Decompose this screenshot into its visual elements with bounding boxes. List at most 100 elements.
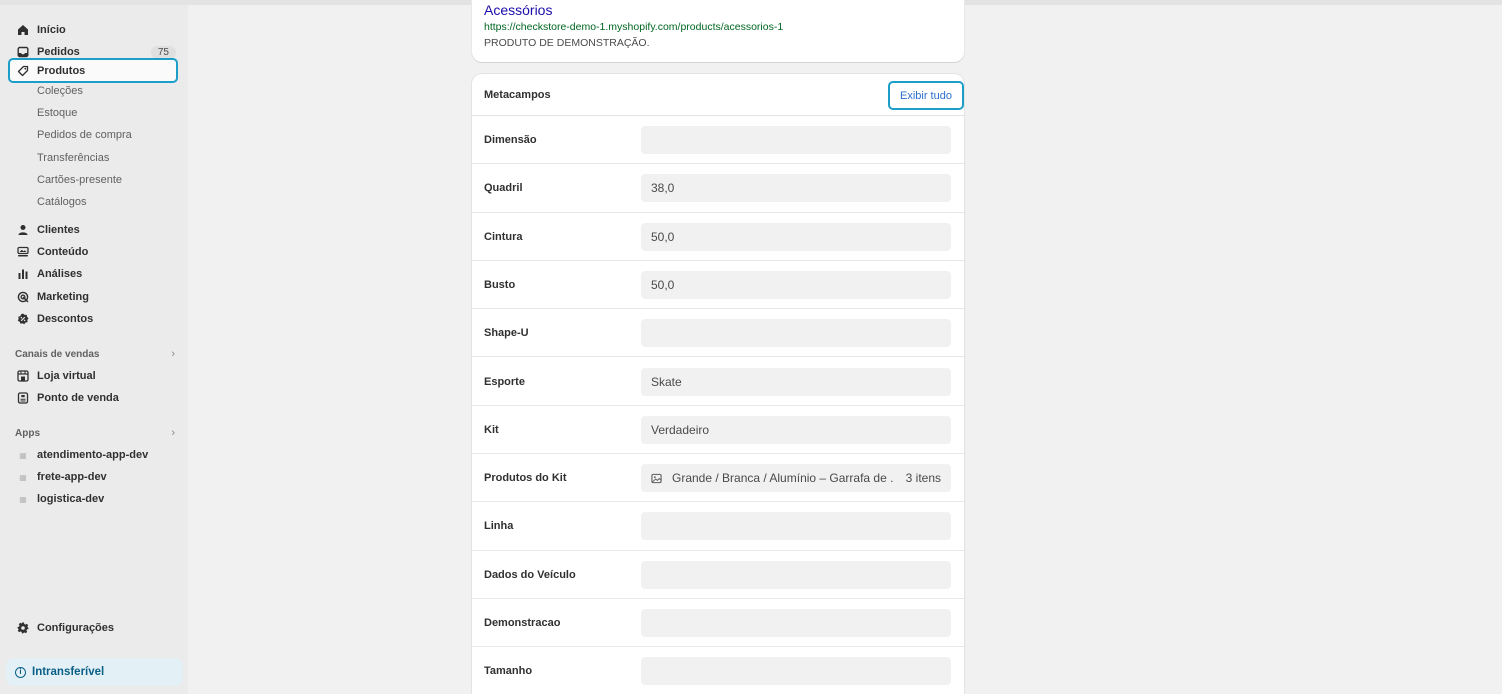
sidebar-subitem-cartoes-presente[interactable]: Cartões-presente bbox=[37, 174, 122, 186]
sidebar-item-descontos[interactable]: Descontos bbox=[8, 308, 178, 330]
nontransferable-notice[interactable]: i Intransferível bbox=[6, 658, 183, 686]
metafield-row-busto: Busto 50,0 bbox=[472, 261, 964, 310]
metafield-input-busto[interactable]: 50,0 bbox=[641, 270, 951, 299]
sidebar-item-label: Análises bbox=[37, 268, 83, 280]
chevron-right-icon: › bbox=[171, 427, 175, 439]
sidebar-item-ponto-de-venda[interactable]: Ponto de venda bbox=[8, 387, 178, 409]
sidebar-item-label: Clientes bbox=[37, 224, 80, 236]
sidebar-app-logistica[interactable]: ▦ logistica-dev bbox=[8, 488, 178, 510]
metafield-input-tamanho[interactable] bbox=[641, 657, 951, 686]
sidebar-subitem-pedidos-de-compra[interactable]: Pedidos de compra bbox=[37, 129, 132, 141]
sidebar-app-label: logistica-dev bbox=[37, 493, 105, 505]
metafields-title: Metacampos bbox=[484, 89, 551, 101]
sidebar-item-loja-virtual[interactable]: Loja virtual bbox=[8, 365, 178, 387]
home-icon bbox=[16, 23, 30, 37]
metafield-row-quadril: Quadril 38,0 bbox=[472, 164, 964, 213]
metafield-row-shape-u: Shape-U bbox=[472, 309, 964, 358]
apps-heading-label: Apps bbox=[15, 427, 40, 439]
sidebar-item-marketing[interactable]: Marketing bbox=[8, 286, 178, 308]
seo-title[interactable]: Acessórios bbox=[484, 2, 552, 18]
seo-url: https://checkstore-demo-1.myshopify.com/… bbox=[484, 21, 784, 33]
discount-icon bbox=[16, 312, 30, 326]
metafield-row-cintura: Cintura 50,0 bbox=[472, 213, 964, 261]
app-placeholder-icon: ▦ bbox=[19, 472, 27, 482]
sidebar-item-conteudo[interactable]: Conteúdo bbox=[8, 241, 178, 263]
sidebar-subitem-catalogos[interactable]: Catálogos bbox=[37, 196, 87, 208]
sidebar-subitem-estoque[interactable]: Estoque bbox=[37, 107, 77, 119]
image-icon bbox=[651, 472, 663, 484]
metafield-input-quadril[interactable]: 38,0 bbox=[641, 174, 951, 203]
sidebar-app-atendimento[interactable]: ▦ atendimento-app-dev bbox=[8, 444, 178, 466]
sidebar-item-produtos[interactable]: Produtos bbox=[8, 58, 178, 83]
sidebar-subitem-colecoes[interactable]: Coleções bbox=[37, 85, 83, 97]
sidebar-item-analises[interactable]: Análises bbox=[8, 263, 178, 285]
metafield-label: Kit bbox=[484, 423, 499, 436]
sidebar-item-clientes[interactable]: Clientes bbox=[8, 219, 178, 241]
person-icon bbox=[16, 223, 30, 237]
sales-channels-heading[interactable]: Canais de vendas › bbox=[15, 348, 175, 360]
metafield-label: Produtos do Kit bbox=[484, 472, 567, 485]
sidebar-item-label: Descontos bbox=[37, 313, 94, 325]
nontransferable-label: Intransferível bbox=[32, 666, 105, 678]
metafield-row-dimensao: Dimensão bbox=[472, 116, 964, 165]
metafield-label: Tamanho bbox=[484, 665, 533, 678]
show-all-button[interactable]: Exibir tudo bbox=[888, 81, 964, 110]
metafield-input-cintura[interactable]: 50,0 bbox=[641, 222, 951, 251]
target-icon bbox=[16, 290, 30, 304]
metafield-row-demonstracao: Demonstracao bbox=[472, 599, 964, 648]
sidebar-item-label: Loja virtual bbox=[37, 370, 96, 382]
gear-icon bbox=[16, 621, 30, 635]
metafield-label: Quadril bbox=[484, 182, 523, 195]
metafield-label: Linha bbox=[484, 520, 514, 533]
metafield-input-demonstracao[interactable] bbox=[641, 609, 951, 637]
sidebar: Início Pedidos 75 Produtos Coleções Esto… bbox=[0, 5, 188, 694]
tag-icon bbox=[16, 64, 30, 78]
metafield-input-esporte[interactable]: Skate bbox=[641, 367, 951, 396]
apps-heading[interactable]: Apps › bbox=[15, 427, 175, 439]
orders-count-badge: 75 bbox=[150, 45, 176, 59]
metafield-label: Dimensão bbox=[484, 134, 537, 146]
sidebar-item-label: Configurações bbox=[37, 622, 115, 634]
sidebar-app-label: atendimento-app-dev bbox=[37, 449, 149, 461]
metafield-input-linha[interactable] bbox=[641, 512, 951, 541]
sidebar-item-label: Conteúdo bbox=[37, 246, 89, 258]
metafield-input-dados-do-veiculo[interactable] bbox=[641, 560, 951, 589]
sidebar-app-frete[interactable]: ▦ frete-app-dev bbox=[8, 466, 178, 488]
bar-chart-icon bbox=[16, 267, 30, 281]
sidebar-item-label: Marketing bbox=[37, 291, 89, 303]
seo-description: PRODUTO DE DEMONSTRAÇÃO. bbox=[484, 37, 650, 49]
pos-icon bbox=[16, 391, 30, 405]
metafield-row-linha: Linha bbox=[472, 502, 964, 551]
metafields-header: Metacampos Exibir tudo bbox=[472, 74, 964, 116]
sidebar-item-label: Produtos bbox=[37, 64, 86, 77]
metafield-row-esporte: Esporte Skate bbox=[472, 358, 964, 406]
app-placeholder-icon: ▦ bbox=[19, 450, 27, 460]
metafield-label: Busto bbox=[484, 278, 516, 291]
sidebar-app-label: frete-app-dev bbox=[37, 471, 107, 483]
metafield-row-dados-do-veiculo: Dados do Veículo bbox=[472, 551, 964, 599]
storefront-icon bbox=[16, 369, 30, 383]
sidebar-item-inicio[interactable]: Início bbox=[8, 19, 178, 41]
sidebar-subitem-transferencias[interactable]: Transferências bbox=[37, 152, 109, 164]
metafields-card: Metacampos Exibir tudo Dimensão Quadril … bbox=[472, 74, 964, 694]
content-icon bbox=[16, 245, 30, 259]
metafield-input-dimensao[interactable] bbox=[641, 126, 951, 154]
sidebar-item-label: Início bbox=[37, 24, 66, 36]
metafield-input-kit[interactable]: Verdadeiro bbox=[641, 415, 951, 444]
sales-channels-heading-label: Canais de vendas bbox=[15, 348, 100, 360]
metafield-label: Cintura bbox=[484, 230, 523, 243]
metafield-label: Dados do Veículo bbox=[484, 568, 576, 581]
metafield-row-produtos-do-kit: Produtos do Kit Grande / Branca / Alumín… bbox=[472, 454, 964, 503]
metafield-row-tamanho: Tamanho bbox=[472, 647, 964, 694]
metafield-input-produtos-do-kit[interactable]: Grande / Branca / Alumínio – Garrafa de … bbox=[641, 464, 951, 493]
sidebar-item-label: Pedidos bbox=[37, 46, 80, 58]
sidebar-item-label: Ponto de venda bbox=[37, 392, 119, 404]
sidebar-item-configuracoes[interactable]: Configurações bbox=[8, 617, 178, 639]
metafield-label: Demonstracao bbox=[484, 617, 561, 629]
inbox-icon bbox=[16, 45, 30, 59]
seo-preview-card: Acessórios https://checkstore-demo-1.mys… bbox=[472, 0, 964, 62]
kit-products-count: 3 itens bbox=[905, 471, 941, 486]
info-icon: i bbox=[15, 666, 26, 678]
metafield-row-kit: Kit Verdadeiro bbox=[472, 406, 964, 455]
metafield-input-shape-u[interactable] bbox=[641, 319, 951, 348]
